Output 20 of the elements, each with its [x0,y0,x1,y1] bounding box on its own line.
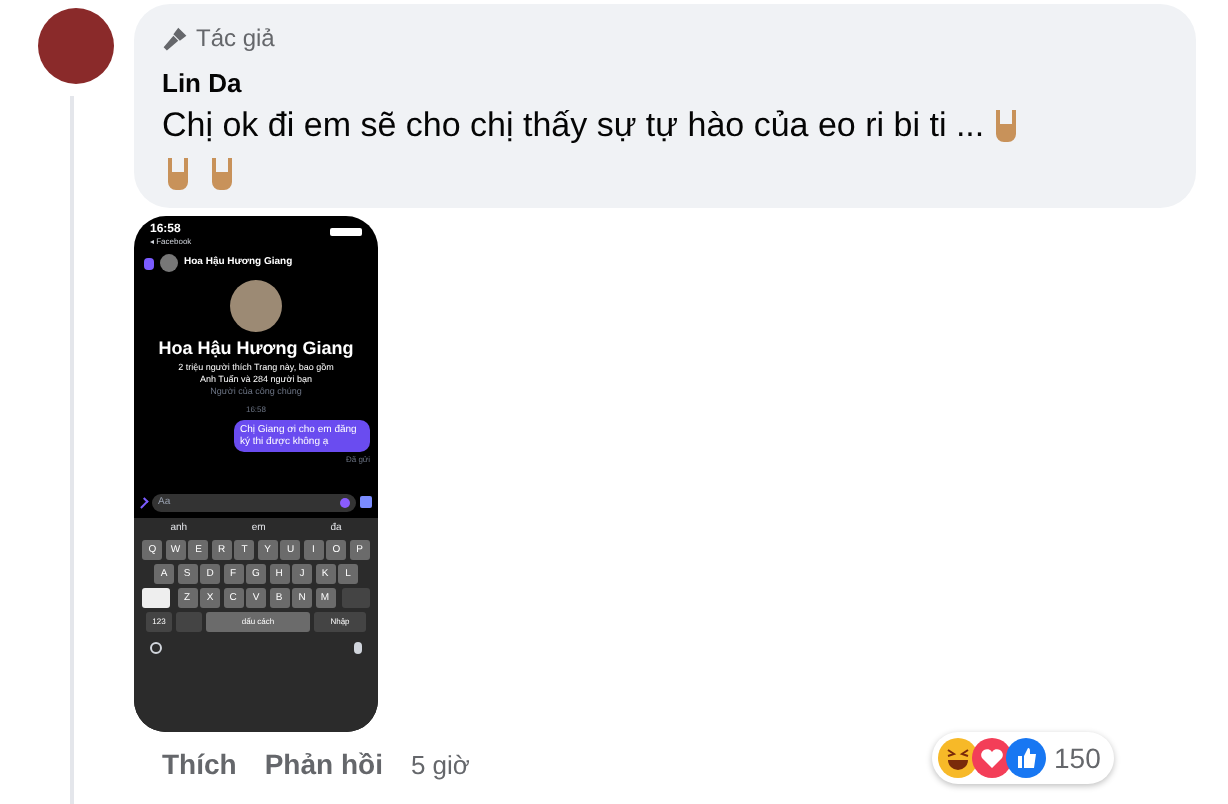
action-link[interactable]: Thích [162,744,237,786]
comment-text: Chị ok đi em sẽ cho chị thấy sự tự hào của eo ri bi ti ... [162,104,985,148]
author-name[interactable]: Lin Da [162,68,1196,100]
author-label: Tác giả [196,22,275,56]
chevron-icon[interactable] [137,496,149,509]
avatar [160,254,178,272]
globe-icon[interactable] [150,642,162,655]
action-link[interactable]: Phản hồi [264,744,383,786]
reaction-summary[interactable]: 150 [932,732,1115,784]
reaction-count: 150 [1054,739,1103,777]
shift-key[interactable] [142,588,170,609]
laughing-face-icon [938,738,978,778]
avatar[interactable] [38,8,114,84]
emoji-icon [340,497,350,508]
profile-name: Hoa Hậu Hương Giang [158,338,354,358]
rock-hand-icon [162,156,194,192]
phone-screenshot[interactable] [134,216,378,732]
rock-hand-icon [206,156,238,192]
profile-avatar [230,280,282,332]
comment-time[interactable]: 5 giờ [410,745,470,785]
